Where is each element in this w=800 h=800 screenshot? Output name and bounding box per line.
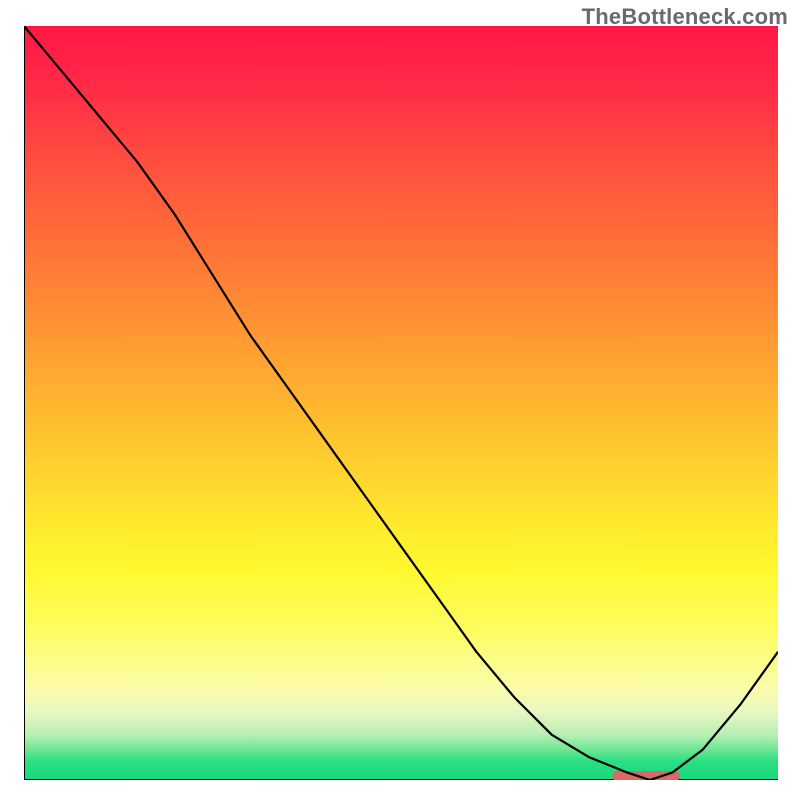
chart-svg (24, 26, 778, 780)
chart-container: TheBottleneck.com (0, 0, 800, 800)
curve-line (24, 26, 778, 780)
plot-area (24, 26, 778, 780)
axes (24, 26, 778, 780)
